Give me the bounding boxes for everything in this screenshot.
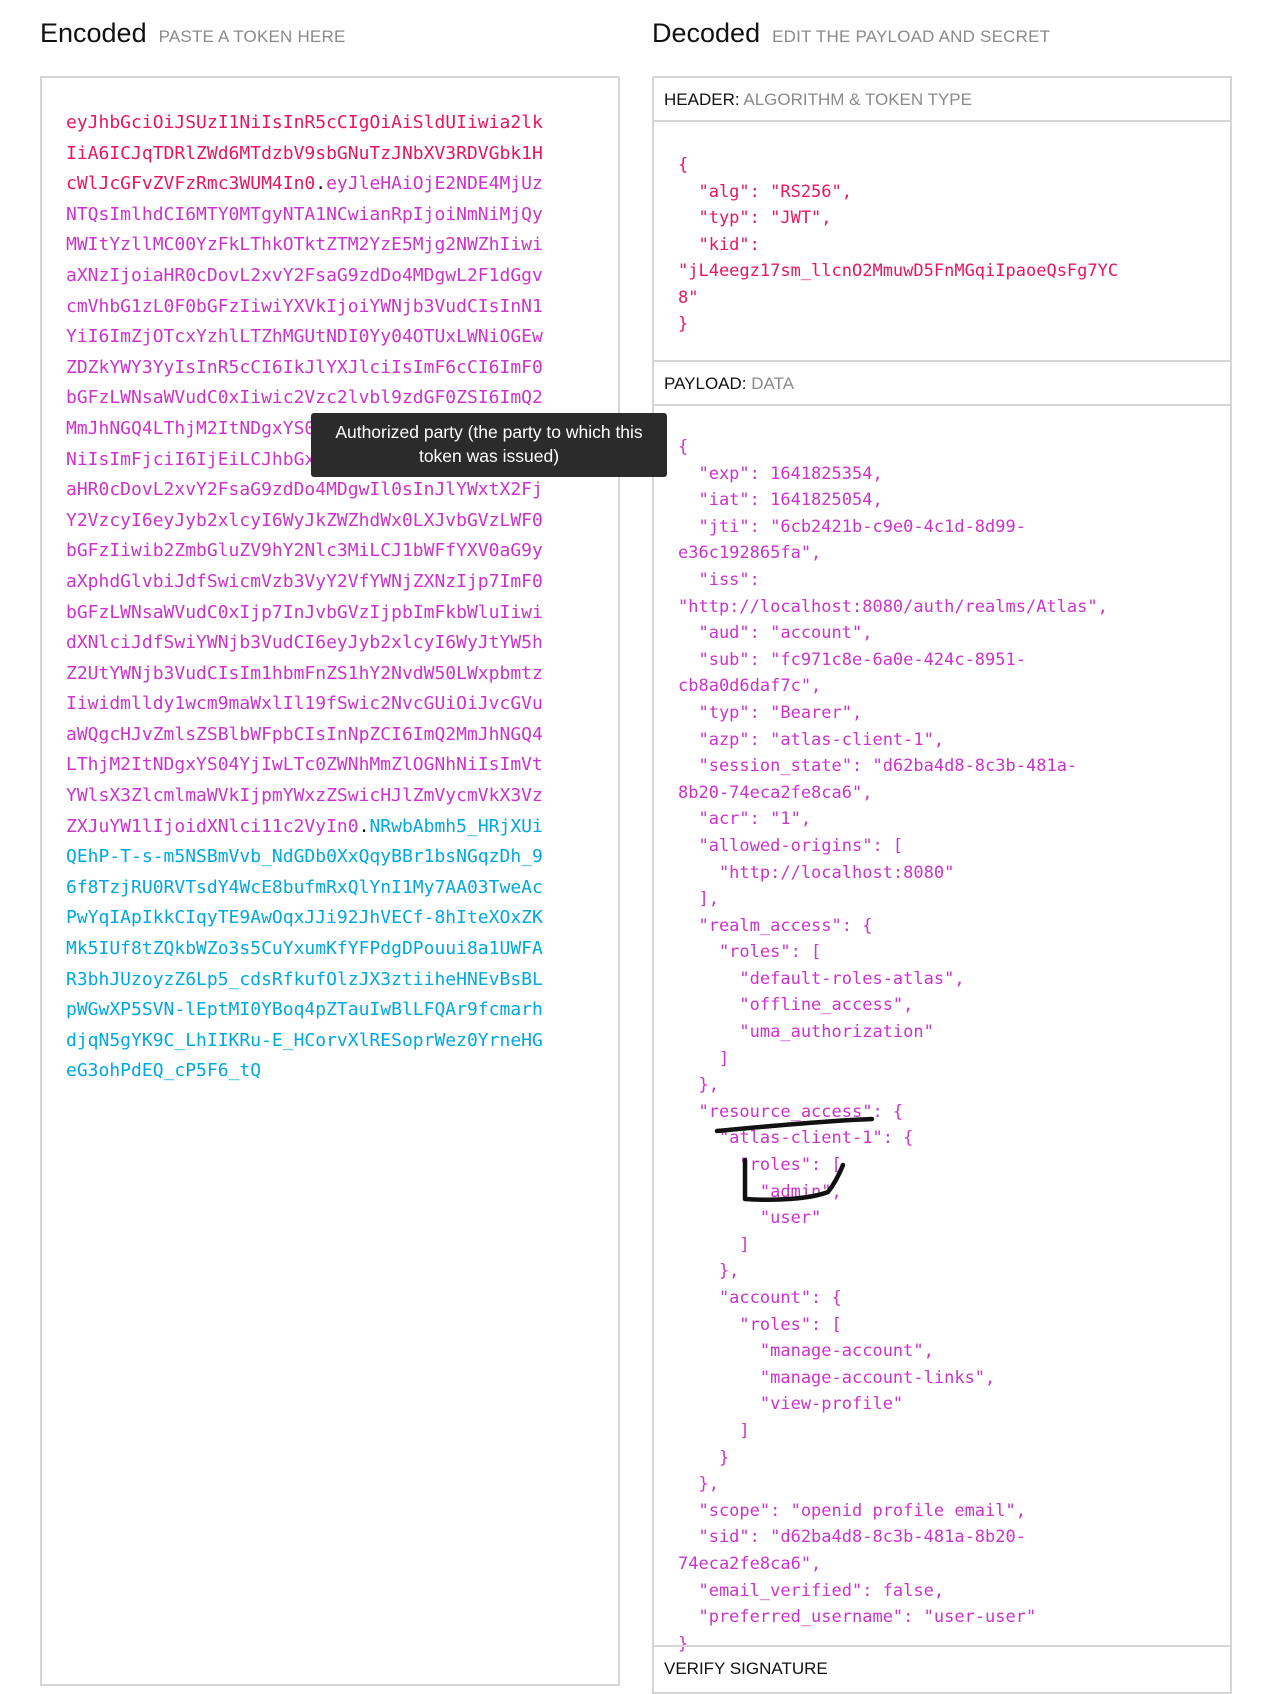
azp-tooltip: Authorized party (the party to which thi… [311,413,667,477]
verify-section-label: VERIFY SIGNATURE [664,1659,828,1678]
header-section-label: HEADER: [664,90,740,109]
verify-section-title[interactable]: VERIFY SIGNATURE [654,1647,1230,1691]
header-section-title: HEADER: ALGORITHM & TOKEN TYPE [654,78,1230,122]
tooltip-line-1: Authorized party (the party to which thi… [335,422,643,442]
encoded-title: Encoded PASTE A TOKEN HERE [40,18,345,49]
payload-json-text[interactable]: { "exp": 1641825354, "iat": 1641825054, … [678,434,1108,1657]
header-json-editor[interactable]: { "alg": "RS256", "typ": "JWT", "kid": "… [654,122,1230,362]
payload-section-label: PAYLOAD: [664,374,747,393]
encoded-token-text[interactable]: eyJhbGciOiJSUzI1NiIsInR5cCIgOiAiSldUIiwi… [66,108,546,1087]
token-signature-part: NRwbAbmh5_HRjXUiQEhP-T-s-m5NSBmVvb_NdGDb… [66,815,543,1082]
header-section-sublabel: ALGORITHM & TOKEN TYPE [743,90,972,109]
encoded-heading: Encoded [40,18,147,48]
token-separator: . [358,815,370,837]
payload-section-sublabel: DATA [751,374,795,393]
token-payload-part: eyJleHAiOjE2NDE4MjUzNTQsImlhdCI6MTY0MTgy… [66,173,543,837]
payload-section-title: PAYLOAD: DATA [654,362,1230,406]
encoded-token-editor[interactable]: eyJhbGciOiJSUzI1NiIsInR5cCIgOiAiSldUIiwi… [40,76,620,1686]
decoded-hint: EDIT THE PAYLOAD AND SECRET [772,27,1051,46]
token-separator: . [315,173,327,195]
encoded-hint: PASTE A TOKEN HERE [158,27,346,46]
payload-json-editor[interactable]: { "exp": 1641825354, "iat": 1641825054, … [654,406,1230,1656]
decoded-heading: Decoded [652,18,761,48]
decoded-title: Decoded EDIT THE PAYLOAD AND SECRET [652,18,1050,49]
header-json-text[interactable]: { "alg": "RS256", "typ": "JWT", "kid": "… [678,152,1118,338]
tooltip-line-2: token was issued) [418,446,560,466]
decoded-panel: HEADER: ALGORITHM & TOKEN TYPE { "alg": … [652,76,1232,1694]
